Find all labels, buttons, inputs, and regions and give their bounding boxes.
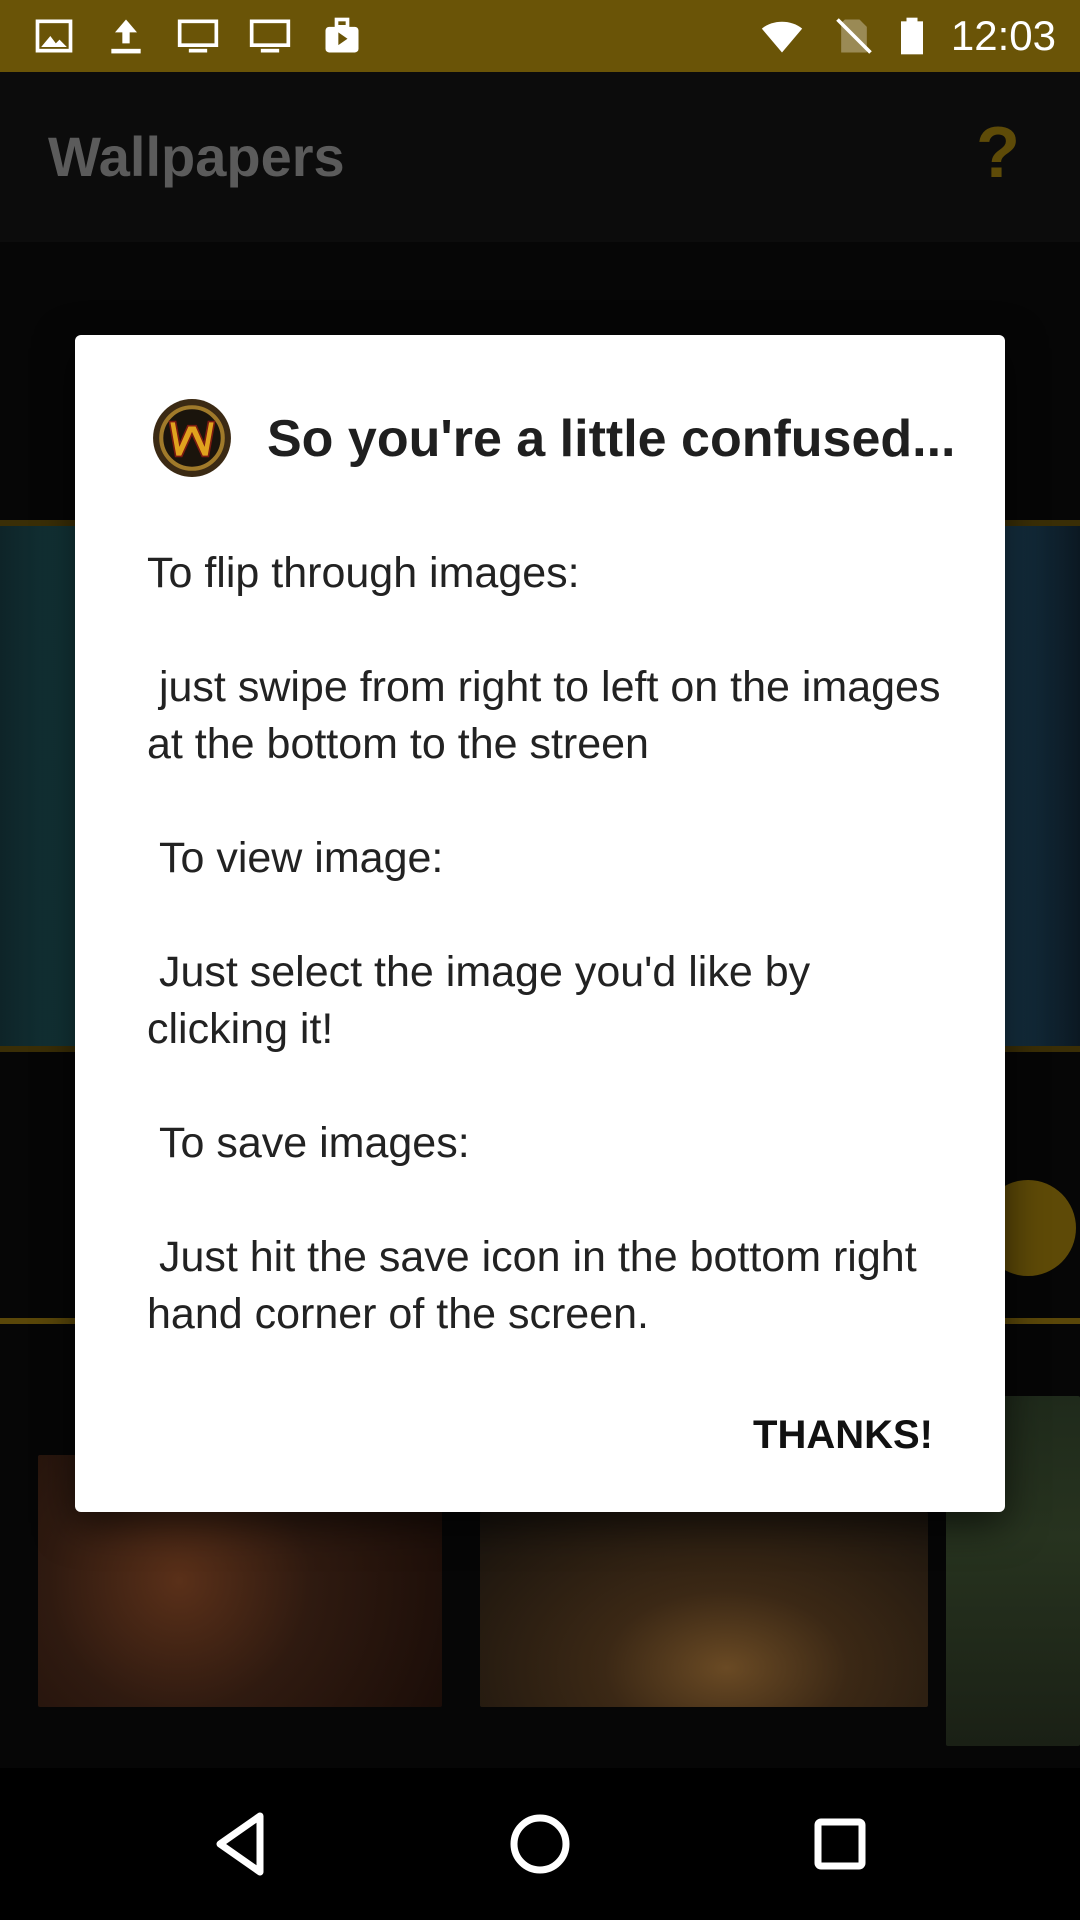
navigation-bar: [0, 1768, 1080, 1920]
dialog-body: To flip through images: just swipe from …: [147, 545, 947, 1343]
dialog-paragraph: To view image:: [147, 834, 444, 882]
briefcase-play-icon: [320, 14, 364, 58]
dialog-paragraph: Just hit the save icon in the bottom rig…: [147, 1233, 929, 1338]
monitor-icon: [248, 14, 292, 58]
warcraft-logo-icon: [151, 397, 233, 479]
battery-icon: [890, 14, 934, 58]
image-icon: [32, 14, 76, 58]
help-dialog: So you're a little confused... To flip t…: [75, 335, 1005, 1512]
monitor-icon: [176, 14, 220, 58]
no-sim-icon: [832, 14, 876, 58]
status-clock: 12:03: [950, 12, 1056, 59]
back-icon[interactable]: [200, 1804, 280, 1884]
home-icon[interactable]: [500, 1804, 580, 1884]
dialog-title: So you're a little confused...: [267, 410, 956, 468]
screen: 12:03 Wallpapers ? So you're a little co…: [0, 0, 1080, 1920]
dialog-paragraph: To flip through images:: [147, 549, 580, 597]
wifi-icon: [760, 14, 804, 58]
dialog-paragraph: To save images:: [147, 1119, 470, 1167]
status-bar: 12:03: [0, 0, 1080, 72]
thanks-button[interactable]: THANKS!: [753, 1405, 933, 1466]
dialog-paragraph: Just select the image you'd like by clic…: [147, 948, 823, 1053]
upload-icon: [104, 14, 148, 58]
recents-icon[interactable]: [800, 1804, 880, 1884]
dialog-paragraph: just swipe from right to left on the ima…: [147, 663, 953, 768]
